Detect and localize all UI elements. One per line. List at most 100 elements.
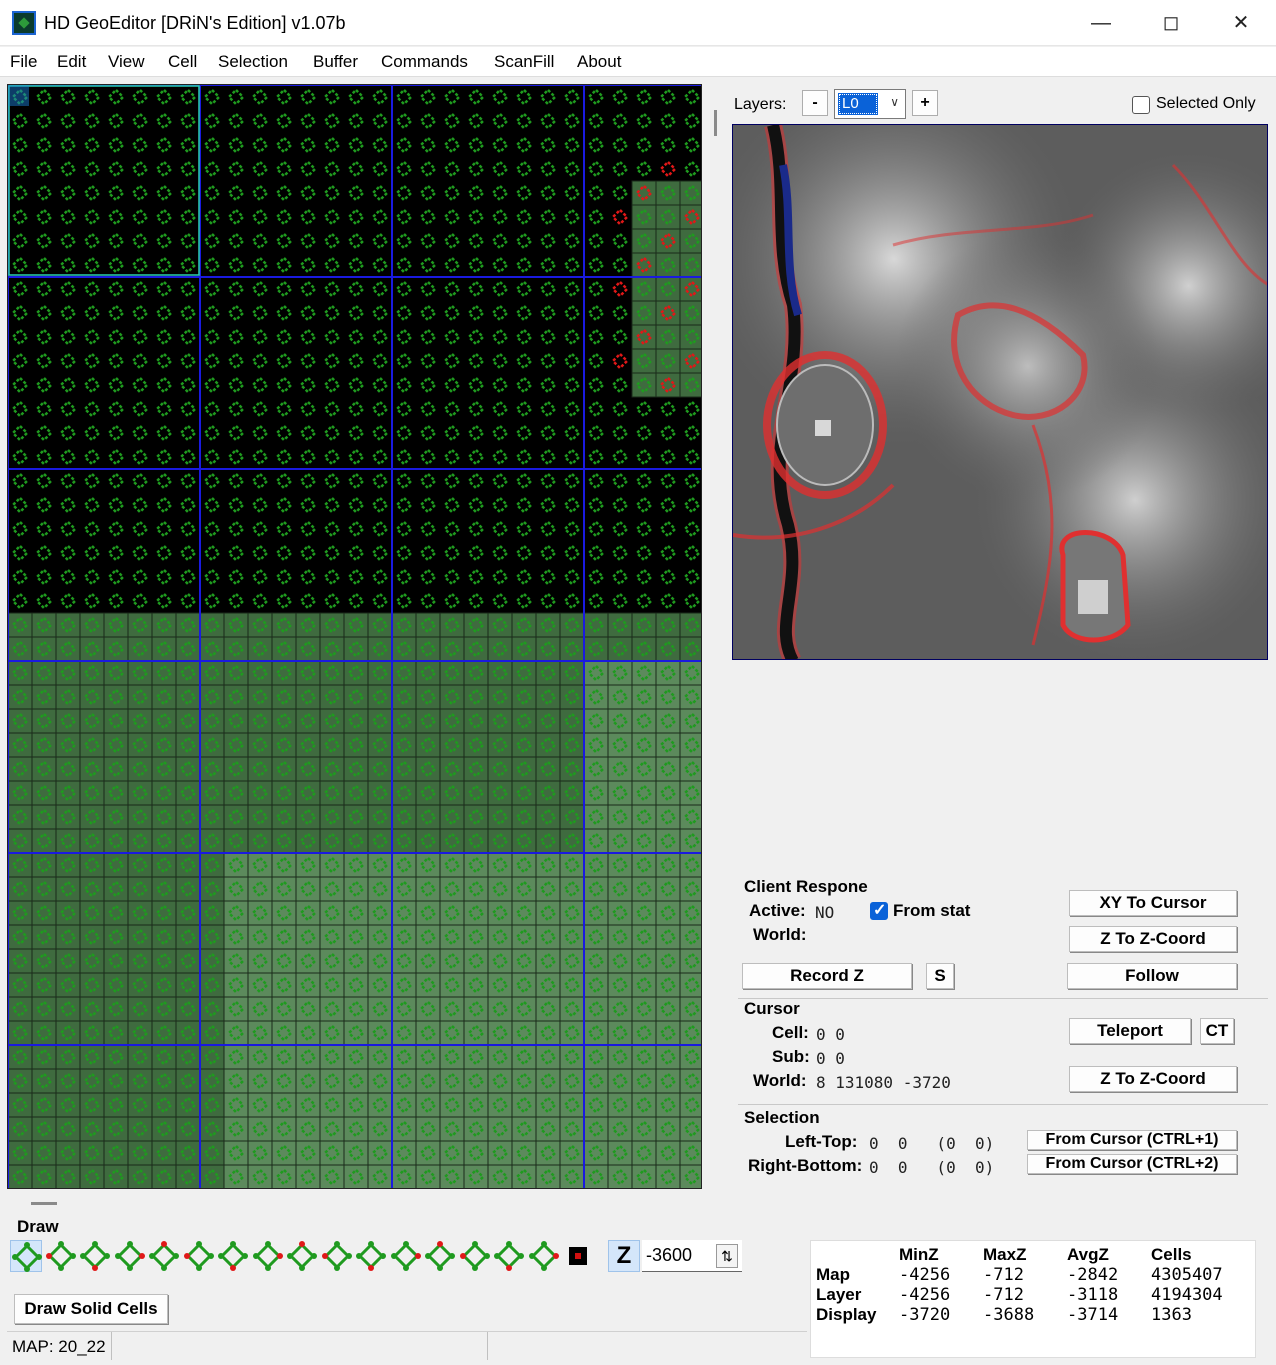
stats-cell: -4256 (899, 1265, 951, 1285)
horizontal-scrollbar[interactable] (7, 1192, 727, 1214)
cursor-cell-value: 0 0 (816, 1025, 845, 1044)
z-mode-button[interactable]: Z (608, 1240, 640, 1272)
stats-row-label: Layer (816, 1285, 862, 1304)
stats-cell: 1363 (1151, 1305, 1192, 1325)
stats-cell: -3688 (983, 1305, 1035, 1325)
draw-solid-cells-button[interactable]: Draw Solid Cells (14, 1294, 168, 1324)
stats-table: MinZ MaxZ AvgZ Cells Map -4256 -712 -284… (810, 1240, 1256, 1358)
layer-plus-button[interactable]: + (912, 90, 938, 116)
minimize-button[interactable]: — (1066, 0, 1136, 46)
draw-tool-diamond-icon[interactable] (321, 1240, 353, 1272)
stats-header-maxz: MaxZ (983, 1245, 1027, 1264)
draw-tool-diamond-icon[interactable] (459, 1240, 491, 1272)
menu-cell[interactable]: Cell (168, 52, 197, 72)
draw-tool-diamond-icon[interactable] (79, 1240, 111, 1272)
status-map: MAP: 20_22 (12, 1337, 106, 1356)
from-stat-label: From stat (893, 901, 971, 920)
status-divider (111, 1332, 112, 1360)
client-active-value: NO (815, 903, 835, 922)
title-bar: HD GeoEditor [DRiN's Edition] v1.07b — ◻… (0, 0, 1276, 46)
menu-selection[interactable]: Selection (218, 52, 288, 72)
z-to-zcoord-button[interactable]: Z To Z-Coord (1069, 926, 1237, 952)
divider (738, 1104, 1268, 1105)
layer-minus-button[interactable]: - (802, 90, 828, 116)
stats-cell: -712 (983, 1285, 1024, 1305)
close-button[interactable]: ✕ (1206, 0, 1276, 46)
z-value-field[interactable]: -3600 ⇅ (642, 1240, 742, 1272)
stats-cell: -3720 (899, 1305, 951, 1325)
layer-select[interactable]: L0 ∨ (834, 89, 906, 119)
draw-tool-diamond-icon[interactable] (45, 1240, 77, 1272)
from-cursor-1-button[interactable]: From Cursor (CTRL+1) (1027, 1130, 1237, 1150)
draw-tool-diamond-all-icon[interactable] (10, 1240, 42, 1272)
client-world-label: World: (753, 925, 807, 944)
client-section-title: Client Respone (744, 877, 868, 896)
cursor-cell-label: Cell: (772, 1023, 809, 1042)
draw-tool-solid-block-icon[interactable] (562, 1240, 594, 1272)
draw-tool-diamond-icon[interactable] (286, 1240, 318, 1272)
stats-row-label: Display (816, 1305, 877, 1324)
draw-tool-diamond-icon[interactable] (390, 1240, 422, 1272)
s-button[interactable]: S (926, 963, 954, 989)
selected-only-checkbox[interactable] (1132, 96, 1150, 114)
stats-cell: -712 (983, 1265, 1024, 1285)
stats-row-label: Map (816, 1265, 850, 1284)
menu-edit[interactable]: Edit (57, 52, 86, 72)
right-panel: Layers: - L0 ∨ + Selected Only Client Re… (732, 84, 1272, 1214)
cursor-world-label: World: (753, 1071, 807, 1090)
stats-cell: -3118 (1067, 1285, 1119, 1305)
maximize-button[interactable]: ◻ (1136, 0, 1206, 46)
draw-tool-diamond-icon[interactable] (114, 1240, 146, 1272)
selected-only-label: Selected Only (1156, 95, 1256, 112)
menu-commands[interactable]: Commands (381, 52, 468, 72)
menu-about[interactable]: About (577, 52, 621, 72)
draw-tool-diamond-icon[interactable] (183, 1240, 215, 1272)
draw-tool-diamond-icon[interactable] (217, 1240, 249, 1272)
horizontal-scroll-thumb[interactable] (31, 1202, 57, 1205)
cursor-z-to-zcoord-button[interactable]: Z To Z-Coord (1069, 1066, 1237, 1092)
app-icon (12, 11, 36, 35)
cursor-world-value: 8 131080 -3720 (816, 1073, 951, 1092)
spin-icon[interactable]: ⇅ (716, 1244, 738, 1268)
from-cursor-2-button[interactable]: From Cursor (CTRL+2) (1027, 1154, 1237, 1174)
xy-to-cursor-button[interactable]: XY To Cursor (1069, 890, 1237, 916)
z-value: -3600 (646, 1245, 693, 1265)
layers-label: Layers: (734, 96, 787, 113)
geo-grid-canvas[interactable] (7, 84, 702, 1189)
draw-section-label: Draw (17, 1217, 59, 1236)
selection-section-title: Selection (744, 1108, 820, 1127)
stats-cell: 4194304 (1151, 1285, 1223, 1305)
follow-button[interactable]: Follow (1067, 963, 1237, 989)
vertical-scrollbar[interactable] (704, 84, 728, 1189)
right-bottom-value: 0 0 (0 0) (869, 1158, 995, 1177)
status-bar: MAP: 20_22 (7, 1331, 807, 1360)
draw-tool-diamond-icon[interactable] (528, 1240, 560, 1272)
divider (738, 998, 1268, 999)
from-stat-checkbox[interactable] (870, 900, 888, 920)
cursor-section-title: Cursor (744, 999, 800, 1018)
draw-tool-diamond-icon[interactable] (355, 1240, 387, 1272)
draw-tool-diamond-icon[interactable] (424, 1240, 456, 1272)
cursor-sub-label: Sub: (772, 1047, 810, 1066)
draw-tool-diamond-icon[interactable] (493, 1240, 525, 1272)
stats-header-cells: Cells (1151, 1245, 1192, 1264)
minimap-image (733, 125, 1267, 659)
menu-file[interactable]: File (10, 52, 37, 72)
record-z-button[interactable]: Record Z (742, 963, 912, 989)
client-active-label: Active: (749, 901, 806, 920)
draw-tool-diamond-icon[interactable] (148, 1240, 180, 1272)
draw-tool-diamond-icon[interactable] (252, 1240, 284, 1272)
window-title: HD GeoEditor [DRiN's Edition] v1.07b (44, 13, 346, 33)
height-minimap[interactable] (732, 124, 1268, 660)
geo-grid[interactable] (8, 85, 702, 1189)
ct-button[interactable]: CT (1200, 1018, 1234, 1044)
stats-header-minz: MinZ (899, 1245, 939, 1264)
menu-view[interactable]: View (108, 52, 145, 72)
left-top-label: Left-Top: (785, 1132, 858, 1151)
teleport-button[interactable]: Teleport (1069, 1018, 1191, 1044)
left-top-value: 0 0 (0 0) (869, 1134, 995, 1153)
menu-buffer[interactable]: Buffer (313, 52, 358, 72)
chevron-down-icon: ∨ (890, 95, 899, 109)
menu-scanfill[interactable]: ScanFill (494, 52, 554, 72)
vertical-scroll-thumb[interactable] (714, 110, 717, 136)
